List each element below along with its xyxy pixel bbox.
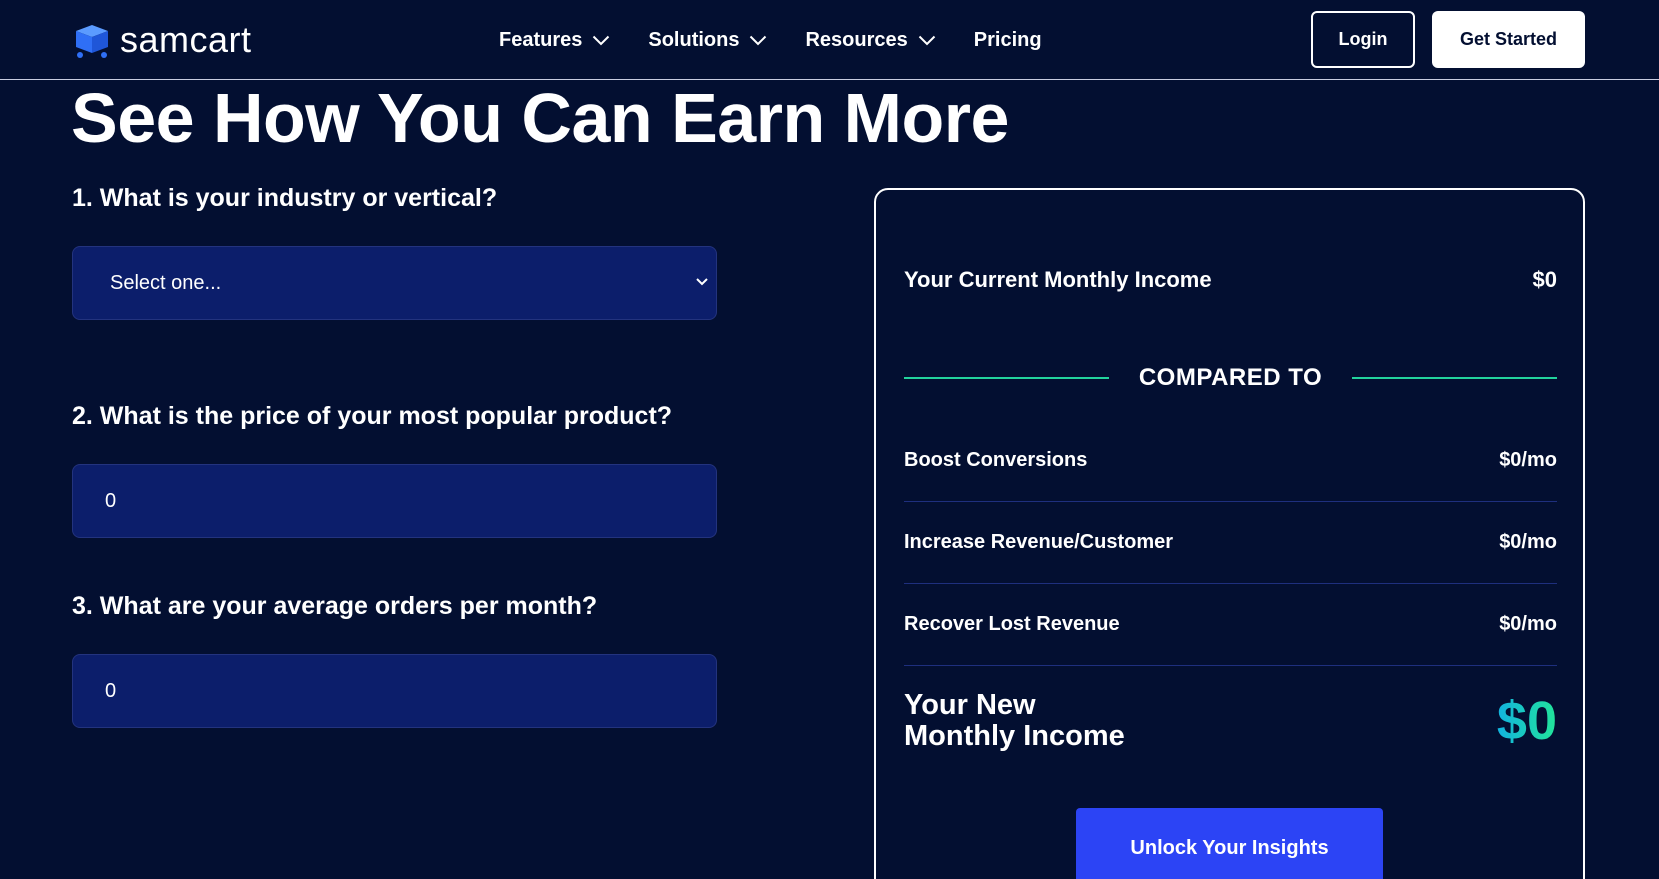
get-started-button[interactable]: Get Started — [1432, 11, 1585, 68]
site-header: samcart Features Solutions Resources Pri… — [0, 0, 1659, 80]
current-income-row: Your Current Monthly Income $0 — [904, 264, 1557, 296]
chevron-down-icon — [696, 278, 708, 286]
page: samcart Features Solutions Resources Pri… — [0, 0, 1659, 879]
nav-item-resources[interactable]: Resources — [805, 29, 935, 52]
orders-input[interactable] — [105, 679, 685, 703]
compared-to-label: COMPARED TO — [1138, 364, 1323, 391]
price-field[interactable] — [72, 464, 717, 538]
page-title: See How You Can Earn More — [71, 79, 1009, 157]
login-button[interactable]: Login — [1311, 11, 1415, 68]
result-value: $0/mo — [1499, 531, 1557, 553]
divider-line-right — [1351, 377, 1557, 379]
cart-icon — [76, 25, 108, 58]
main-nav: Features Solutions Resources Pricing — [499, 26, 1042, 54]
question-industry: 1. What is your industry or vertical? — [72, 184, 498, 212]
new-income-label-line2: Monthly Income — [904, 720, 1125, 752]
result-row-boost-conversions: Boost Conversions $0/mo — [904, 420, 1557, 502]
brand-name: samcart — [120, 19, 252, 60]
result-label: Recover Lost Revenue — [904, 613, 1120, 635]
result-value: $0/mo — [1499, 449, 1557, 471]
result-row-increase-revenue: Increase Revenue/Customer $0/mo — [904, 502, 1557, 584]
nav-item-label: Pricing — [973, 28, 1042, 51]
compared-to-divider: COMPARED TO — [904, 362, 1557, 394]
result-label: Increase Revenue/Customer — [904, 531, 1174, 553]
industry-select[interactable]: Select one... — [72, 246, 717, 320]
divider-line-left — [904, 377, 1109, 379]
current-income-value: $0 — [1532, 267, 1557, 292]
new-income-label-line1: Your New — [904, 689, 1036, 721]
chevron-down-icon — [918, 35, 935, 45]
chevron-down-icon — [750, 35, 767, 45]
result-label: Boost Conversions — [904, 449, 1088, 471]
nav-item-solutions[interactable]: Solutions — [648, 29, 767, 52]
nav-item-pricing[interactable]: Pricing — [974, 29, 1042, 52]
brand-logo[interactable]: samcart — [72, 20, 252, 60]
question-orders: 3. What are your average orders per mont… — [72, 592, 598, 620]
nav-item-label: Resources — [805, 28, 908, 51]
question-price: 2. What is the price of your most popula… — [72, 402, 673, 430]
orders-field[interactable] — [72, 654, 717, 728]
result-value: $0/mo — [1499, 613, 1557, 635]
nav-item-label: Features — [499, 28, 583, 51]
unlock-insights-button[interactable]: Unlock Your Insights — [1076, 808, 1383, 879]
chevron-down-icon — [593, 35, 610, 45]
new-income-label: Your New Monthly Income — [904, 690, 1164, 752]
nav-item-label: Solutions — [648, 28, 740, 51]
nav-item-features[interactable]: Features — [499, 29, 610, 52]
results-card: Your Current Monthly Income $0 COMPARED … — [874, 188, 1585, 879]
industry-select-value: Select one... — [110, 271, 222, 294]
new-income-row: Your New Monthly Income $0 — [904, 690, 1557, 752]
result-row-recover-lost-revenue: Recover Lost Revenue $0/mo — [904, 584, 1557, 666]
current-income-label: Your Current Monthly Income — [904, 267, 1212, 292]
new-income-value: $0 — [1496, 691, 1557, 751]
price-input[interactable] — [105, 489, 685, 513]
